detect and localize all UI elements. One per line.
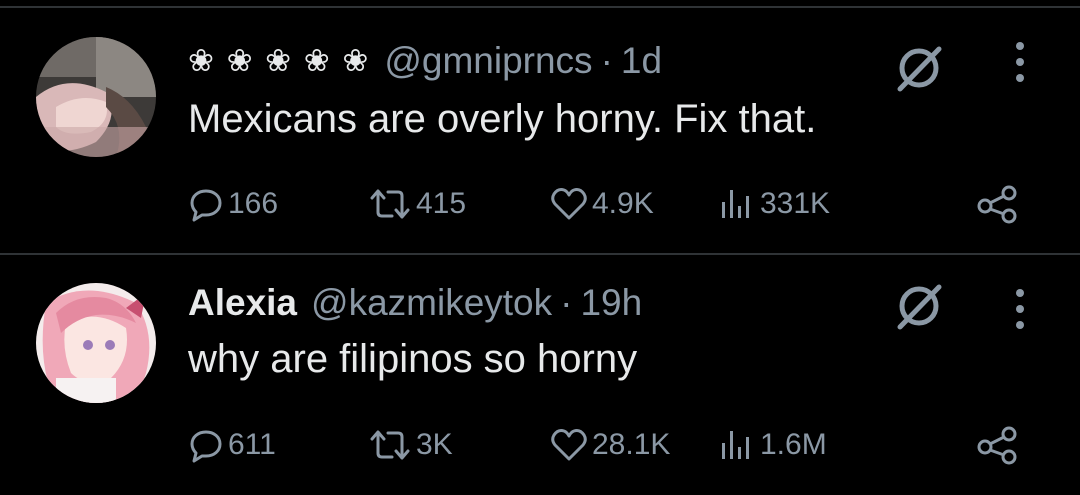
like-count: 28.1K: [592, 428, 671, 461]
tweet[interactable]: ❀ ❀ ❀ ❀ ❀ @gmniprncs · 1d Mexicans are o…: [0, 8, 1080, 248]
tweet-text: Mexicans are overly horny. Fix that.: [188, 97, 817, 141]
share-icon: [977, 185, 1017, 224]
action-bar: 611 3K 28.1K 1.6M: [0, 423, 1080, 467]
reply-button[interactable]: 611: [188, 423, 276, 467]
separator: ·: [600, 40, 613, 81]
views-button[interactable]: 331K: [716, 182, 830, 226]
like-button[interactable]: 4.9K: [550, 182, 654, 226]
repost-count: 3K: [416, 428, 453, 461]
view-count: 1.6M: [760, 428, 827, 461]
timestamp[interactable]: 1d: [621, 40, 662, 82]
tweet-header: ❀ ❀ ❀ ❀ ❀ @gmniprncs · 1d: [188, 38, 662, 84]
separator: ·: [560, 282, 573, 323]
repost-count: 415: [416, 187, 467, 220]
display-name[interactable]: ❀ ❀ ❀ ❀ ❀: [188, 43, 370, 79]
views-icon: [722, 190, 749, 218]
repost-icon: [370, 189, 410, 219]
more-icon[interactable]: [1007, 40, 1033, 84]
reply-button[interactable]: 166: [188, 182, 278, 226]
tweet-text: why are filipinos so horny: [188, 337, 638, 381]
reply-icon: [190, 430, 222, 463]
tweet[interactable]: Alexia @kazmikeytok · 19h why are filipi…: [0, 255, 1080, 495]
reply-icon: [190, 189, 222, 222]
repost-button[interactable]: 415: [368, 182, 466, 226]
views-icon: [722, 431, 749, 459]
share-button[interactable]: [975, 182, 1021, 226]
avatar[interactable]: [36, 283, 156, 403]
view-count: 331K: [760, 187, 831, 220]
views-button[interactable]: 1.6M: [716, 423, 827, 467]
repost-icon: [370, 430, 410, 460]
handle[interactable]: @gmniprncs: [384, 40, 592, 82]
reply-count: 611: [228, 428, 276, 461]
avatar[interactable]: [36, 37, 156, 157]
like-icon: [551, 429, 587, 461]
share-icon: [977, 426, 1017, 465]
display-name[interactable]: Alexia: [188, 282, 297, 324]
repost-button[interactable]: 3K: [368, 423, 453, 467]
like-count: 4.9K: [592, 187, 654, 220]
timestamp[interactable]: 19h: [580, 282, 642, 324]
grok-icon[interactable]: [892, 41, 946, 95]
like-button[interactable]: 28.1K: [550, 423, 670, 467]
reply-count: 166: [228, 187, 279, 220]
like-icon: [551, 188, 587, 220]
action-bar: 166 415 4.9K 331K: [0, 182, 1080, 226]
share-button[interactable]: [975, 423, 1021, 467]
more-icon[interactable]: [1007, 287, 1033, 331]
handle[interactable]: @kazmikeytok: [311, 282, 552, 324]
tweet-header: Alexia @kazmikeytok · 19h: [188, 280, 642, 326]
grok-icon[interactable]: [892, 279, 946, 333]
